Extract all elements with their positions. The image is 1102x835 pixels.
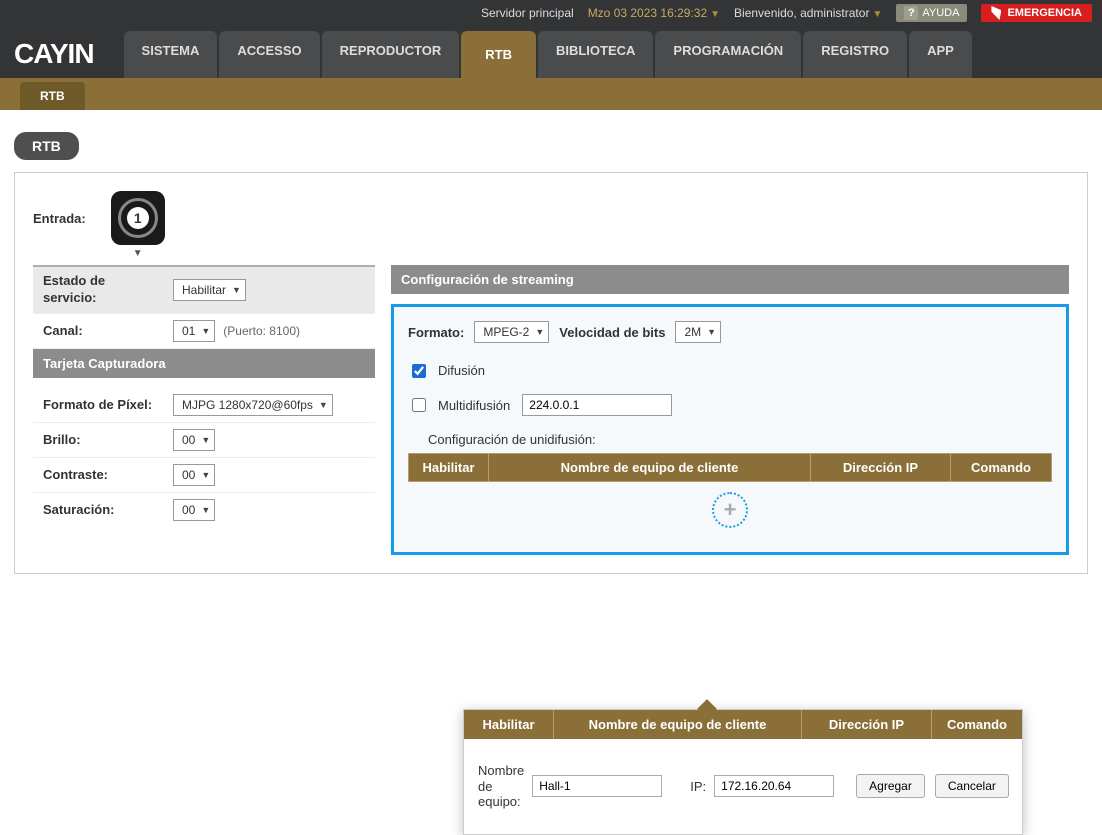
user-dropdown[interactable]: Bienvenido, administrator▼ <box>734 6 882 20</box>
unicast-table: Habilitar Nombre de equipo de cliente Di… <box>408 453 1052 538</box>
contrast-label: Contraste: <box>43 467 173 482</box>
chevron-down-icon: ▼ <box>201 326 210 336</box>
subnav: RTB <box>0 78 1102 110</box>
add-unicast-button[interactable]: + <box>712 492 748 528</box>
format-label: Formato: <box>408 325 464 340</box>
add-client-popup: Habilitar Nombre de equipo de cliente Di… <box>463 709 1023 835</box>
help-label: AYUDA <box>922 7 959 19</box>
streaming-head: Configuración de streaming <box>391 265 1069 294</box>
popup-col-enable: Habilitar <box>464 710 554 739</box>
chevron-down-icon: ▼ <box>872 9 882 20</box>
brightness-value: 00 <box>182 433 195 447</box>
date-value: Mzo 03 2023 16:29:32 <box>588 6 707 20</box>
col-cmd: Comando <box>951 454 1051 481</box>
col-enable: Habilitar <box>409 454 489 481</box>
brightness-select[interactable]: 00 ▼ <box>173 429 215 451</box>
topbar: Servidor principal Mzo 03 2023 16:29:32▼… <box>0 0 1102 26</box>
input-ring-icon: 1 <box>118 198 158 238</box>
port-note: (Puerto: 8100) <box>223 324 300 338</box>
input-number: 1 <box>127 207 149 229</box>
chevron-down-icon: ▼ <box>201 470 210 480</box>
capture-card-head: Tarjeta Capturadora <box>33 349 375 378</box>
help-button[interactable]: ? AYUDA <box>896 4 967 22</box>
popup-head: Habilitar Nombre de equipo de cliente Di… <box>464 710 1022 739</box>
chevron-down-icon: ▼ <box>535 327 544 337</box>
right-column: Configuración de streaming Formato: MPEG… <box>391 265 1069 555</box>
unicast-label: Configuración de unidifusión: <box>428 432 1052 447</box>
saturation-value: 00 <box>182 503 195 517</box>
pixel-format-value: MJPG 1280x720@60fps <box>182 398 313 412</box>
brightness-label: Brillo: <box>43 432 173 447</box>
broadcast-checkbox[interactable] <box>412 364 426 378</box>
service-state-select[interactable]: Habilitar ▼ <box>173 279 246 301</box>
broadcast-label: Difusión <box>438 363 485 378</box>
page-title: RTB <box>14 132 79 160</box>
cancel-button[interactable]: Cancelar <box>935 774 1009 798</box>
chevron-down-icon: ▼ <box>201 435 210 445</box>
multicast-ip-input[interactable] <box>522 394 672 416</box>
multicast-label: Multidifusión <box>438 398 510 413</box>
bitrate-label: Velocidad de bits <box>559 325 665 340</box>
entrada-label: Entrada: <box>33 211 86 226</box>
chevron-down-icon: ▼ <box>707 327 716 337</box>
tab-programacion[interactable]: PROGRAMACIÓN <box>655 31 801 78</box>
saturation-label: Saturación: <box>43 502 173 517</box>
navbar: CAYIN SISTEMA ACCESSO REPRODUCTOR RTB BI… <box>0 26 1102 78</box>
tab-registro[interactable]: REGISTRO <box>803 31 907 78</box>
popup-col-name: Nombre de equipo de cliente <box>554 710 802 739</box>
tab-biblioteca[interactable]: BIBLIOTECA <box>538 31 653 78</box>
contrast-select[interactable]: 00 ▼ <box>173 464 215 486</box>
client-name-label: Nombrede equipo: <box>478 763 524 810</box>
tab-accesso[interactable]: ACCESSO <box>219 31 319 78</box>
logo: CAYIN <box>14 38 94 70</box>
col-name: Nombre de equipo de cliente <box>489 454 811 481</box>
format-select[interactable]: MPEG-2 ▼ <box>474 321 549 343</box>
bitrate-value: 2M <box>684 325 701 339</box>
emergency-button[interactable]: EMERGENCIA <box>981 4 1092 22</box>
col-ip: Dirección IP <box>811 454 951 481</box>
streaming-box: Formato: MPEG-2 ▼ Velocidad de bits 2M ▼ D… <box>391 304 1069 555</box>
popup-col-ip: Dirección IP <box>802 710 932 739</box>
entrada-row: Entrada: 1 <box>33 191 1069 245</box>
left-column: Estado deservicio: Habilitar ▼ Canal: 01 ▼… <box>33 265 375 527</box>
add-button[interactable]: Agregar <box>856 774 925 798</box>
tab-sistema[interactable]: SISTEMA <box>124 31 218 78</box>
channel-label: Canal: <box>43 323 173 338</box>
subtab-rtb[interactable]: RTB <box>20 82 85 110</box>
server-label: Servidor principal <box>481 6 574 20</box>
channel-value: 01 <box>182 324 195 338</box>
bitrate-select[interactable]: 2M ▼ <box>675 321 721 343</box>
main-panel: Entrada: 1 Estado deservicio: Habilitar ▼… <box>14 172 1088 574</box>
multicast-checkbox[interactable] <box>412 398 426 412</box>
pixel-format-select[interactable]: MJPG 1280x720@60fps ▼ <box>173 394 333 416</box>
client-name-input[interactable] <box>532 775 662 797</box>
emergency-label: EMERGENCIA <box>1007 7 1082 19</box>
service-state-label: Estado deservicio: <box>43 273 173 307</box>
saturation-select[interactable]: 00 ▼ <box>173 499 215 521</box>
tab-rtb[interactable]: RTB <box>461 31 536 78</box>
chevron-down-icon: ▼ <box>201 505 210 515</box>
popup-col-cmd: Comando <box>932 710 1022 739</box>
chevron-down-icon: ▼ <box>319 400 328 410</box>
question-icon: ? <box>904 6 918 20</box>
client-ip-input[interactable] <box>714 775 834 797</box>
chevron-down-icon: ▼ <box>232 285 241 295</box>
date-dropdown[interactable]: Mzo 03 2023 16:29:32▼ <box>588 6 720 20</box>
tab-app[interactable]: APP <box>909 31 972 78</box>
welcome-label: Bienvenido, administrator <box>734 6 869 20</box>
tab-reproductor[interactable]: REPRODUCTOR <box>322 31 460 78</box>
pixel-format-label: Formato de Píxel: <box>43 397 173 412</box>
channel-select[interactable]: 01 ▼ <box>173 320 215 342</box>
ip-label: IP: <box>690 779 706 794</box>
format-value: MPEG-2 <box>483 325 529 339</box>
main-tabs: SISTEMA ACCESSO REPRODUCTOR RTB BIBLIOTE… <box>124 31 972 78</box>
contrast-value: 00 <box>182 468 195 482</box>
unicast-table-head: Habilitar Nombre de equipo de cliente Di… <box>408 453 1052 482</box>
service-state-value: Habilitar <box>182 283 226 297</box>
chevron-down-icon: ▼ <box>710 9 720 20</box>
input-selector[interactable]: 1 <box>111 191 165 245</box>
